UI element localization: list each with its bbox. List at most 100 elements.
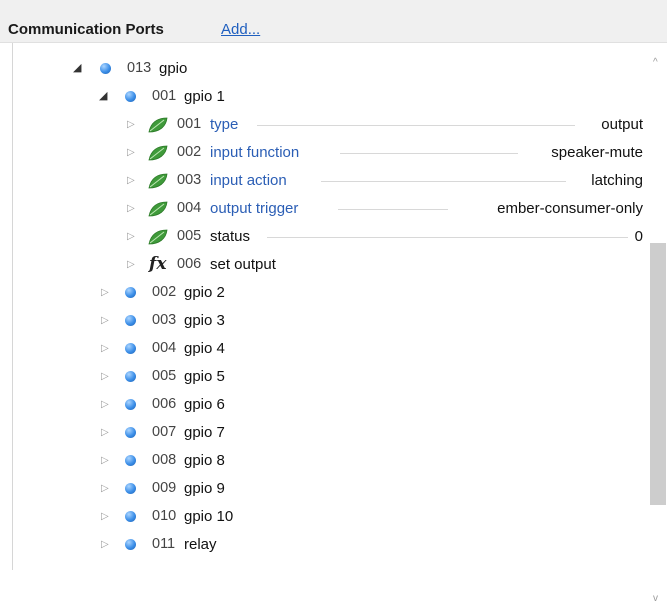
scroll-down-icon[interactable]: v <box>653 593 663 604</box>
param-value: ember-consumer-only <box>497 200 643 217</box>
param-value: 0 <box>634 228 643 245</box>
node-name: gpio <box>159 60 188 77</box>
vertical-scrollbar[interactable]: ^ v <box>649 43 667 604</box>
node-name: gpio 2 <box>184 284 225 301</box>
function-number: 006 <box>177 256 202 272</box>
node-number: 001 <box>152 88 177 104</box>
leader-line <box>338 209 448 210</box>
node-ball-icon <box>125 343 136 354</box>
collapsed-arrow-icon[interactable]: ▷ <box>101 484 111 494</box>
node-number: 002 <box>152 284 177 300</box>
node-number: 004 <box>152 340 177 356</box>
collapsed-arrow-icon[interactable]: ▷ <box>101 372 111 382</box>
param-name: output trigger <box>210 200 299 217</box>
collapsed-arrow-icon[interactable]: ▷ <box>127 204 137 214</box>
node-ball-icon <box>125 483 136 494</box>
tree-view[interactable]: ◢ 013 gpio ◢ 001 gpio 1 ▷ 001 type outpu… <box>12 43 650 570</box>
tree-node-gpio-2[interactable]: ▷ 002 gpio 2 <box>13 279 650 307</box>
param-number: 003 <box>177 172 202 188</box>
add-link[interactable]: Add... <box>221 21 260 38</box>
function-row-set-output[interactable]: ▷ fx 006 set output <box>13 251 650 279</box>
tree-node-gpio-6[interactable]: ▷ 006 gpio 6 <box>13 391 650 419</box>
param-number: 002 <box>177 144 202 160</box>
node-ball-icon <box>125 399 136 410</box>
collapsed-arrow-icon[interactable]: ▷ <box>101 456 111 466</box>
param-row-status[interactable]: ▷ 005 status 0 <box>13 223 650 251</box>
param-number: 004 <box>177 200 202 216</box>
param-value: latching <box>591 172 643 189</box>
node-number: 003 <box>152 312 177 328</box>
tree-node-gpio-5[interactable]: ▷ 005 gpio 5 <box>13 363 650 391</box>
collapsed-arrow-icon[interactable]: ▷ <box>101 512 111 522</box>
tree-node-relay[interactable]: ▷ 011 relay <box>13 531 650 559</box>
tree-node-gpio[interactable]: ◢ 013 gpio <box>13 55 650 83</box>
panel-title: Communication Ports <box>8 21 164 38</box>
param-name: input action <box>210 172 287 189</box>
collapsed-arrow-icon[interactable]: ▷ <box>127 120 137 130</box>
node-name: gpio 7 <box>184 424 225 441</box>
node-name: gpio 9 <box>184 480 225 497</box>
fx-icon: fx <box>149 254 167 274</box>
tree-node-gpio-9[interactable]: ▷ 009 gpio 9 <box>13 475 650 503</box>
param-row-output-trigger[interactable]: ▷ 004 output trigger ember-consumer-only <box>13 195 650 223</box>
param-row-type[interactable]: ▷ 001 type output <box>13 111 650 139</box>
node-ball-icon <box>125 287 136 298</box>
node-number: 010 <box>152 508 177 524</box>
node-ball-icon <box>125 315 136 326</box>
collapsed-arrow-icon[interactable]: ▷ <box>127 176 137 186</box>
expanded-arrow-icon[interactable]: ◢ <box>99 91 109 102</box>
collapsed-arrow-icon[interactable]: ▷ <box>101 344 111 354</box>
scroll-up-icon[interactable]: ^ <box>653 57 663 68</box>
node-number: 006 <box>152 396 177 412</box>
param-number: 005 <box>177 228 202 244</box>
tree-node-gpio-7[interactable]: ▷ 007 gpio 7 <box>13 419 650 447</box>
node-ball-icon <box>125 91 136 102</box>
param-value: output <box>601 116 643 133</box>
node-ball-icon <box>125 511 136 522</box>
collapsed-arrow-icon[interactable]: ▷ <box>101 288 111 298</box>
node-number: 007 <box>152 424 177 440</box>
collapsed-arrow-icon[interactable]: ▷ <box>101 400 111 410</box>
node-number: 011 <box>152 536 176 552</box>
param-number: 001 <box>177 116 202 132</box>
param-row-input-function[interactable]: ▷ 002 input function speaker-mute <box>13 139 650 167</box>
panel-header: Communication Ports Add... <box>0 0 667 43</box>
tree-node-gpio-1[interactable]: ◢ 001 gpio 1 <box>13 83 650 111</box>
node-ball-icon <box>125 455 136 466</box>
tree-node-gpio-10[interactable]: ▷ 010 gpio 10 <box>13 503 650 531</box>
leader-line <box>267 237 628 238</box>
node-name: gpio 1 <box>184 88 225 105</box>
node-name: gpio 10 <box>184 508 234 525</box>
node-ball-icon <box>125 371 136 382</box>
collapsed-arrow-icon[interactable]: ▷ <box>101 316 111 326</box>
function-name: set output <box>210 256 276 273</box>
node-name: relay <box>184 536 217 553</box>
scrollbar-thumb[interactable] <box>650 243 666 505</box>
node-ball-icon <box>100 63 111 74</box>
node-name: gpio 5 <box>184 368 225 385</box>
leaf-icon <box>148 229 168 245</box>
leaf-icon <box>148 117 168 133</box>
expanded-arrow-icon[interactable]: ◢ <box>73 63 83 74</box>
collapsed-arrow-icon[interactable]: ▷ <box>127 232 137 242</box>
param-value: speaker-mute <box>551 144 643 161</box>
collapsed-arrow-icon[interactable]: ▷ <box>101 540 111 550</box>
collapsed-arrow-icon[interactable]: ▷ <box>127 260 137 270</box>
param-row-input-action[interactable]: ▷ 003 input action latching <box>13 167 650 195</box>
node-ball-icon <box>125 427 136 438</box>
node-number: 009 <box>152 480 177 496</box>
tree-node-gpio-3[interactable]: ▷ 003 gpio 3 <box>13 307 650 335</box>
collapsed-arrow-icon[interactable]: ▷ <box>127 148 137 158</box>
node-ball-icon <box>125 539 136 550</box>
param-name: type <box>210 116 239 133</box>
leaf-icon <box>148 201 168 217</box>
param-name: input function <box>210 144 300 161</box>
tree-node-gpio-4[interactable]: ▷ 004 gpio 4 <box>13 335 650 363</box>
node-number: 013 <box>127 60 152 76</box>
node-name: gpio 8 <box>184 452 225 469</box>
leader-line <box>340 153 518 154</box>
collapsed-arrow-icon[interactable]: ▷ <box>101 428 111 438</box>
tree-node-gpio-8[interactable]: ▷ 008 gpio 8 <box>13 447 650 475</box>
param-name: status <box>210 228 251 245</box>
leaf-icon <box>148 173 168 189</box>
